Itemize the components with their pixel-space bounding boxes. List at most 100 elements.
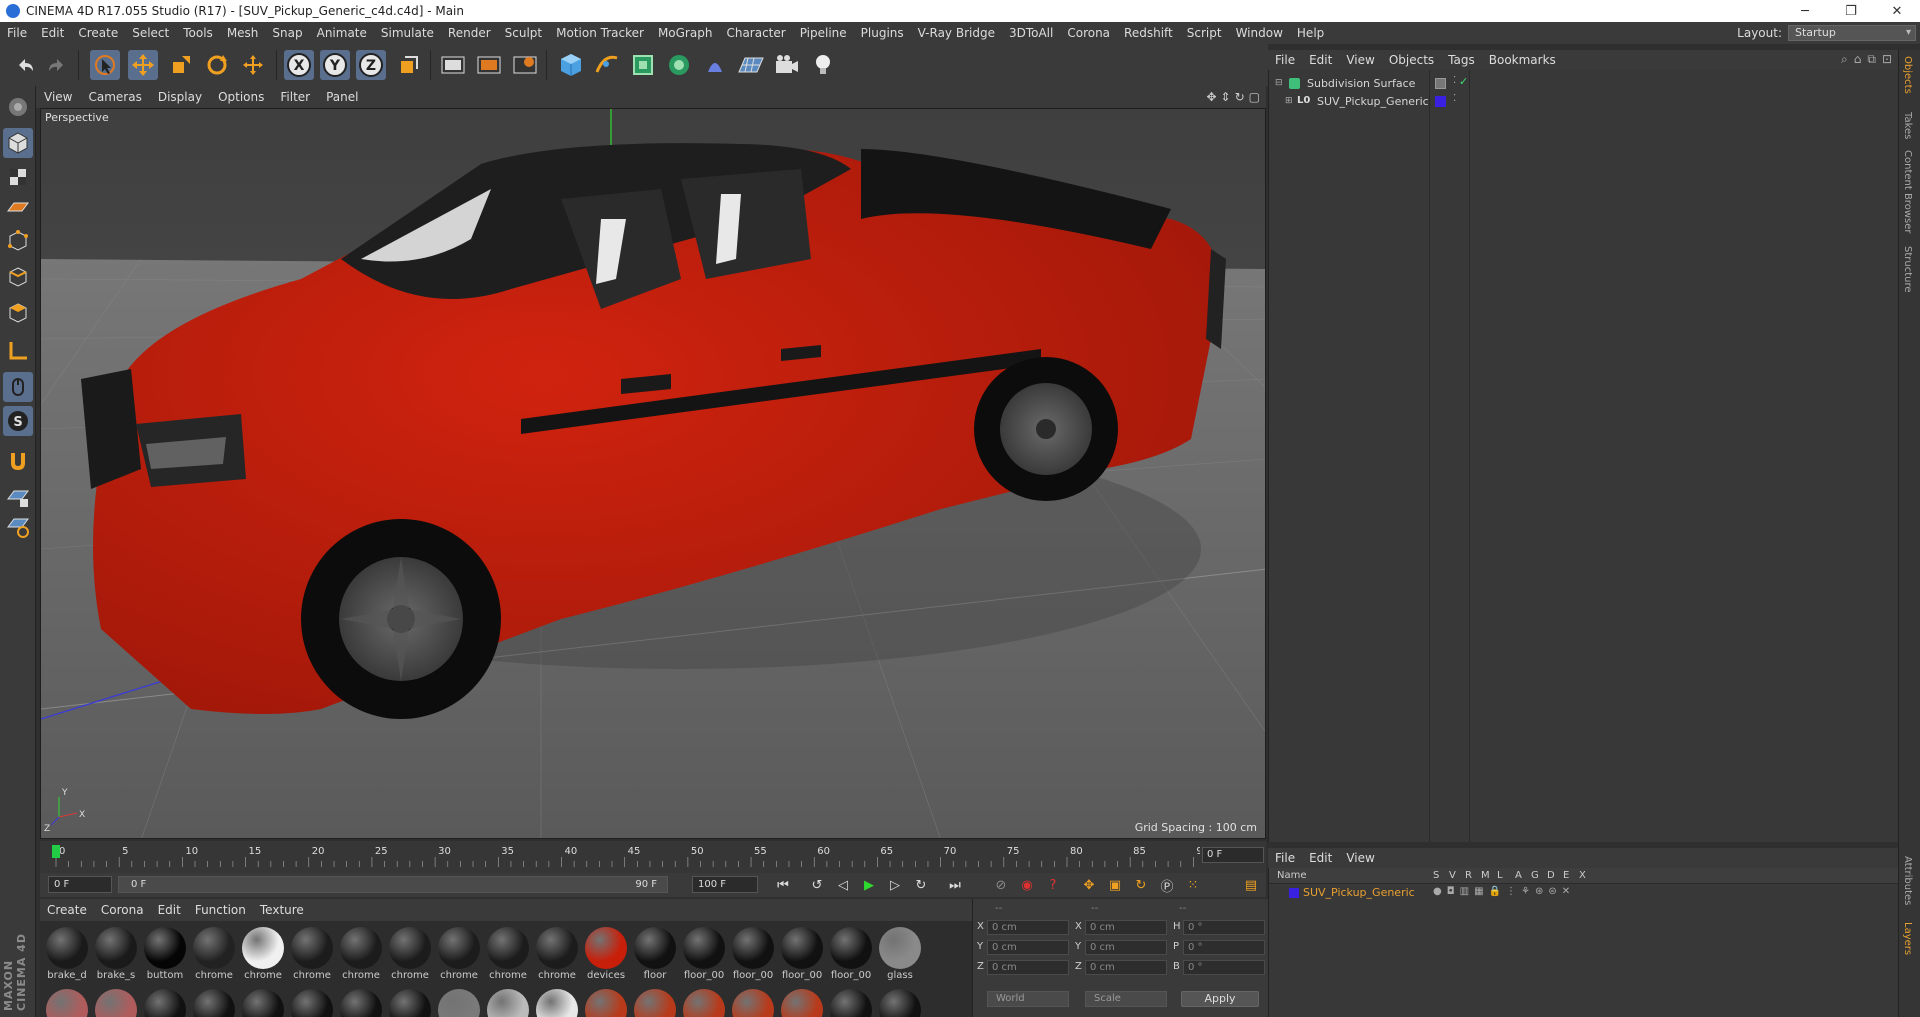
material-swatch[interactable]: [879, 989, 921, 1017]
tab-takes[interactable]: Takes: [1902, 112, 1913, 139]
timeline[interactable]: 051015202530354045505560657075808590 0 F: [40, 841, 1266, 873]
y-axis-lock-button[interactable]: Y: [320, 50, 350, 80]
cloner-icon[interactable]: [664, 50, 694, 80]
menu-3dtoall[interactable]: 3DToAll: [1002, 26, 1060, 40]
rotate-tool-icon[interactable]: [202, 50, 232, 80]
layer-row[interactable]: SUV_Pickup_Generic ●◘▥▦🔒⋮⚘⊛⊜✕: [1269, 885, 1899, 901]
points-mode-icon[interactable]: [3, 226, 33, 256]
menu-create[interactable]: Create: [71, 26, 125, 40]
menu-redshift[interactable]: Redshift: [1117, 26, 1180, 40]
material-menu-edit[interactable]: Edit: [151, 903, 188, 917]
x-axis-lock-button[interactable]: X: [284, 50, 314, 80]
perspective-viewport[interactable]: Y X Z Perspective Grid Spacing : 100 cm: [40, 108, 1266, 839]
subdivision-surface-icon[interactable]: [628, 50, 658, 80]
tab-attributes[interactable]: Attributes: [1902, 856, 1913, 905]
material-swatch[interactable]: [193, 989, 235, 1017]
material-swatch[interactable]: [585, 989, 627, 1017]
coordinate-space-dropdown[interactable]: World: [987, 991, 1069, 1007]
camera-object-icon[interactable]: [772, 50, 802, 80]
transform-tool-icon[interactable]: [238, 50, 268, 80]
menu-script[interactable]: Script: [1180, 26, 1229, 40]
previous-frame-icon[interactable]: ◁: [832, 875, 854, 895]
polygons-mode-icon[interactable]: [3, 298, 33, 328]
live-selection-icon[interactable]: [90, 50, 120, 80]
size-y-field[interactable]: 0 cm: [1085, 940, 1167, 955]
material-menu-create[interactable]: Create: [40, 903, 94, 917]
material-swatch[interactable]: chrome: [191, 925, 237, 985]
orbit-icon[interactable]: ↻: [1235, 90, 1245, 104]
viewport-menu-view[interactable]: View: [36, 90, 80, 104]
expand-icon[interactable]: ⊞: [1285, 96, 1293, 106]
workplane-lock-icon[interactable]: [3, 482, 33, 512]
object-row-suv-pickup[interactable]: ⊞ L0 SUV_Pickup_Generic ⁚: [1269, 92, 1899, 112]
material-swatch[interactable]: chrome: [436, 925, 482, 985]
tab-objects[interactable]: Objects: [1902, 56, 1913, 94]
scale-tool-icon[interactable]: [166, 50, 196, 80]
keyframe-selection-icon[interactable]: ?: [1042, 875, 1064, 895]
collapse-icon[interactable]: ⊟: [1275, 78, 1283, 88]
material-swatch[interactable]: brake_s: [93, 925, 139, 985]
menu-help[interactable]: Help: [1290, 26, 1331, 40]
material-swatch[interactable]: chrome: [387, 925, 433, 985]
material-swatch[interactable]: [634, 989, 676, 1017]
menu-file[interactable]: File: [0, 26, 34, 40]
render-view-icon[interactable]: [438, 50, 468, 80]
material-swatch[interactable]: chrome: [240, 925, 286, 985]
home-icon[interactable]: ⌂: [1854, 52, 1862, 67]
snap-icon[interactable]: S: [3, 406, 33, 436]
material-swatch[interactable]: [781, 989, 823, 1017]
pan-icon[interactable]: ✥: [1206, 90, 1216, 104]
go-to-start-icon[interactable]: ⏮: [772, 875, 794, 895]
tab-structure[interactable]: Structure: [1902, 246, 1913, 293]
material-swatch[interactable]: [487, 989, 529, 1017]
magnet-icon[interactable]: [3, 446, 33, 476]
current-frame-field[interactable]: 0 F: [1202, 847, 1264, 863]
material-swatch[interactable]: floor: [632, 925, 678, 985]
record-keys-icon[interactable]: ⊘: [990, 875, 1012, 895]
material-swatch[interactable]: [438, 989, 480, 1017]
tab-content-browser[interactable]: Content Browser: [1902, 150, 1913, 233]
rotation-p-field[interactable]: 0 °: [1183, 940, 1265, 955]
layer-icon[interactable]: ⧉: [1867, 52, 1876, 67]
object-menu-view[interactable]: View: [1339, 53, 1381, 67]
viewport-menu-options[interactable]: Options: [210, 90, 272, 104]
object-menu-bookmarks[interactable]: Bookmarks: [1482, 53, 1563, 67]
object-menu-file[interactable]: File: [1268, 53, 1302, 67]
material-swatch[interactable]: [732, 989, 774, 1017]
enabled-check-icon[interactable]: ✓: [1459, 75, 1468, 88]
key-rotation-icon[interactable]: ↻: [1130, 875, 1152, 895]
viewport-menu-filter[interactable]: Filter: [272, 90, 318, 104]
layer-menu-edit[interactable]: Edit: [1302, 851, 1339, 865]
floor-object-icon[interactable]: [736, 50, 766, 80]
coordinate-system-icon[interactable]: [394, 50, 424, 80]
go-to-end-icon[interactable]: ⏭: [944, 875, 966, 895]
deformer-icon[interactable]: [700, 50, 730, 80]
tab-layers[interactable]: Layers: [1902, 922, 1913, 955]
rotation-h-field[interactable]: 0 °: [1183, 920, 1265, 935]
z-axis-lock-button[interactable]: Z: [356, 50, 386, 80]
apply-button[interactable]: Apply: [1181, 991, 1259, 1007]
preview-range-slider[interactable]: 0 F 90 F: [118, 876, 668, 893]
new-window-icon[interactable]: ⊡: [1882, 52, 1892, 67]
material-swatch[interactable]: [683, 989, 725, 1017]
material-menu-corona[interactable]: Corona: [94, 903, 151, 917]
light-object-icon[interactable]: [808, 50, 838, 80]
material-swatch[interactable]: chrome: [534, 925, 580, 985]
material-swatch[interactable]: [389, 989, 431, 1017]
maximize-view-icon[interactable]: ▢: [1249, 90, 1260, 104]
menu-mograph[interactable]: MoGraph: [651, 26, 720, 40]
material-swatch[interactable]: [95, 989, 137, 1017]
layer-color-swatch[interactable]: [1289, 888, 1299, 898]
material-swatch[interactable]: glass: [877, 925, 923, 985]
material-menu-texture[interactable]: Texture: [253, 903, 311, 917]
rotation-b-field[interactable]: 0 °: [1183, 960, 1265, 975]
material-swatch[interactable]: chrome: [485, 925, 531, 985]
material-swatch[interactable]: [340, 989, 382, 1017]
material-swatch[interactable]: floor_00: [681, 925, 727, 985]
menu-plugins[interactable]: Plugins: [854, 26, 911, 40]
playhead[interactable]: [52, 845, 60, 858]
position-z-field[interactable]: 0 cm: [987, 960, 1069, 975]
redo-icon[interactable]: [42, 50, 72, 80]
material-swatch[interactable]: brake_d: [44, 925, 90, 985]
tweak-mode-icon[interactable]: [3, 372, 33, 402]
